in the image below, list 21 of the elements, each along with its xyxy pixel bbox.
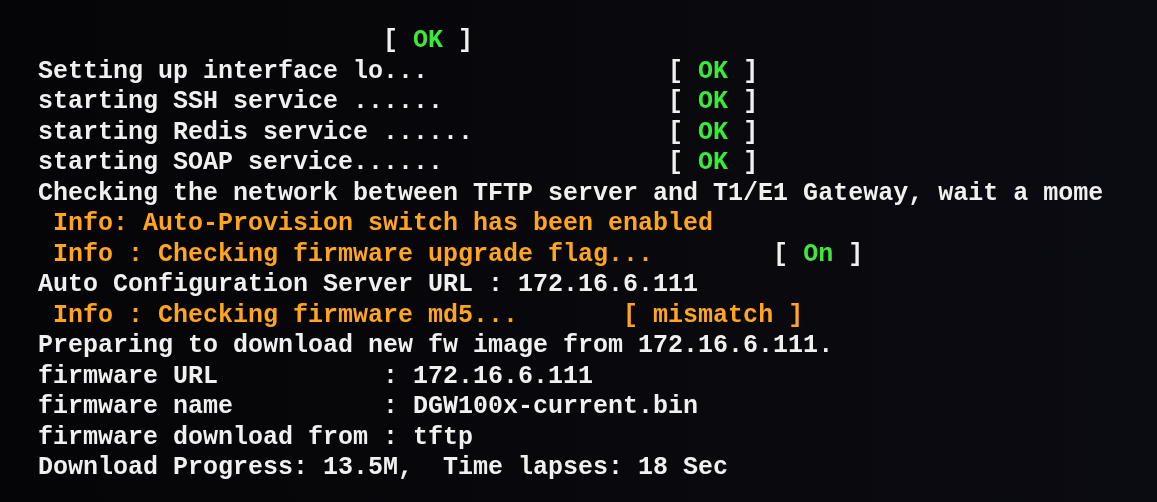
status-tag: [ On ] bbox=[773, 239, 864, 270]
console-line: firmware URL : 172.16.6.111 bbox=[38, 361, 594, 391]
console-line: Download Progress: 13.5M, Time lapses: 18 Sec bbox=[38, 453, 729, 482]
console-line: Setting up interface lo... bbox=[38, 56, 429, 86]
console-line: Preparing to download new fw image from 172.16.6.111. bbox=[38, 331, 834, 360]
status-tag: [ OK ] bbox=[668, 117, 759, 148]
console-line: Info : Checking firmware md5... bbox=[53, 300, 519, 330]
console-line: Auto Configuration Server URL : 172.16.6.111 bbox=[38, 270, 699, 299]
console-line: starting Redis service ...... bbox=[38, 117, 474, 147]
status-tag: [ OK ] bbox=[668, 56, 759, 87]
console-line: starting SSH service ...... bbox=[38, 87, 444, 116]
status-tag: [ OK ] bbox=[668, 87, 759, 118]
status-tag: [ OK ] bbox=[668, 148, 759, 179]
console-line: Checking the network between TFTP server and T1/E1 Gateway, wait a mome bbox=[38, 178, 1104, 208]
console-line: firmware name : DGW100x-current.bin bbox=[38, 392, 699, 421]
console-line: Info: Auto-Provision switch has been enabled bbox=[53, 209, 714, 238]
console-line: firmware download from : tftp bbox=[38, 422, 474, 452]
console-line: starting SOAP service...... bbox=[38, 148, 444, 177]
status-tag: [ OK ] bbox=[383, 26, 474, 57]
status-tag: [ mismatch ] bbox=[623, 300, 804, 331]
console-line: Info : Checking firmware upgrade flag... bbox=[53, 239, 654, 269]
